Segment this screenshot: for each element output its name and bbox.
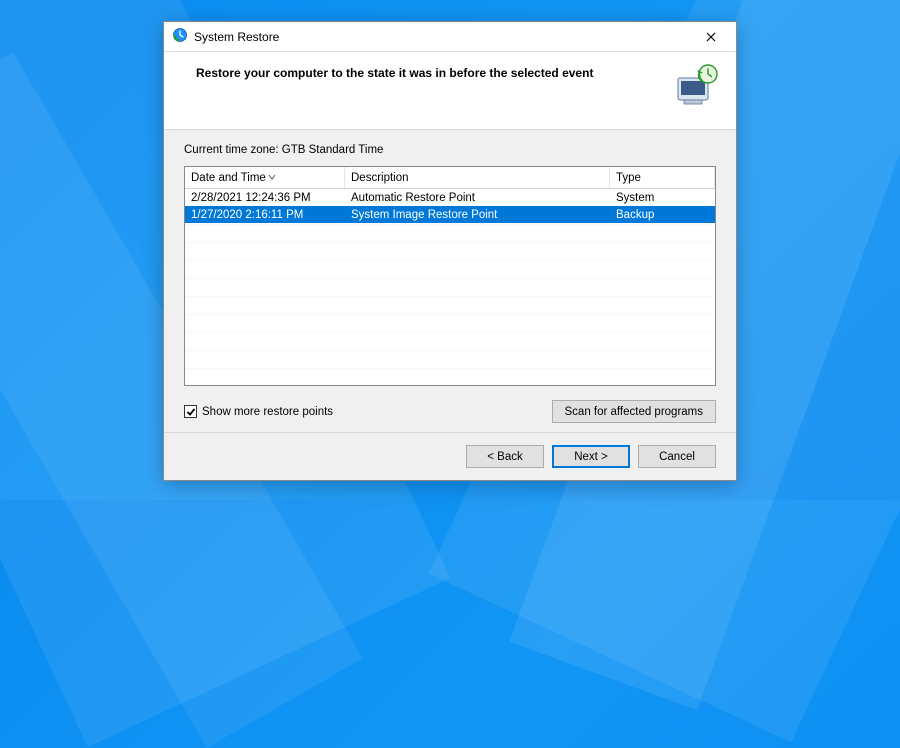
table-row[interactable]: 1/27/2020 2:16:11 PMSystem Image Restore… <box>185 206 715 223</box>
column-header-datetime[interactable]: Date and Time <box>185 167 345 188</box>
grid-header: Date and Time Description Type <box>185 167 715 189</box>
app-icon <box>172 27 188 46</box>
cell-description: Automatic Restore Point <box>345 192 610 204</box>
column-label: Type <box>616 172 641 184</box>
titlebar: System Restore <box>164 22 736 52</box>
system-restore-dialog: System Restore Restore your computer to … <box>163 21 737 481</box>
cell-datetime: 1/27/2020 2:16:11 PM <box>185 209 345 221</box>
cell-type: Backup <box>610 209 715 221</box>
cell-datetime: 2/28/2021 12:24:36 PM <box>185 192 345 204</box>
grid-body: 2/28/2021 12:24:36 PMAutomatic Restore P… <box>185 189 715 385</box>
sort-descending-icon <box>268 172 276 184</box>
table-row[interactable]: 2/28/2021 12:24:36 PMAutomatic Restore P… <box>185 189 715 206</box>
show-more-checkbox[interactable]: Show more restore points <box>184 405 333 418</box>
restore-points-grid: Date and Time Description Type 2/28/2021… <box>184 166 716 386</box>
window-title: System Restore <box>194 30 279 44</box>
next-button[interactable]: Next > <box>552 445 630 468</box>
grid-footer-row: Show more restore points Scan for affect… <box>184 400 716 423</box>
wizard-content: Current time zone: GTB Standard Time Dat… <box>164 130 736 432</box>
cell-description: System Image Restore Point <box>345 209 610 221</box>
close-button[interactable] <box>690 23 732 51</box>
wizard-footer: < Back Next > Cancel <box>164 432 736 480</box>
close-icon <box>706 32 716 42</box>
cancel-button[interactable]: Cancel <box>638 445 716 468</box>
column-header-description[interactable]: Description <box>345 167 610 188</box>
wizard-header: Restore your computer to the state it wa… <box>164 52 736 130</box>
cell-type: System <box>610 192 715 204</box>
timezone-label: Current time zone: GTB Standard Time <box>184 144 716 156</box>
column-header-type[interactable]: Type <box>610 167 715 188</box>
checkbox-label: Show more restore points <box>202 406 333 418</box>
column-label: Description <box>351 172 409 184</box>
column-label: Date and Time <box>191 172 266 184</box>
scan-affected-button[interactable]: Scan for affected programs <box>552 400 717 423</box>
restore-hero-icon <box>672 64 720 108</box>
page-heading: Restore your computer to the state it wa… <box>196 64 672 80</box>
back-button[interactable]: < Back <box>466 445 544 468</box>
checkbox-icon <box>184 405 197 418</box>
